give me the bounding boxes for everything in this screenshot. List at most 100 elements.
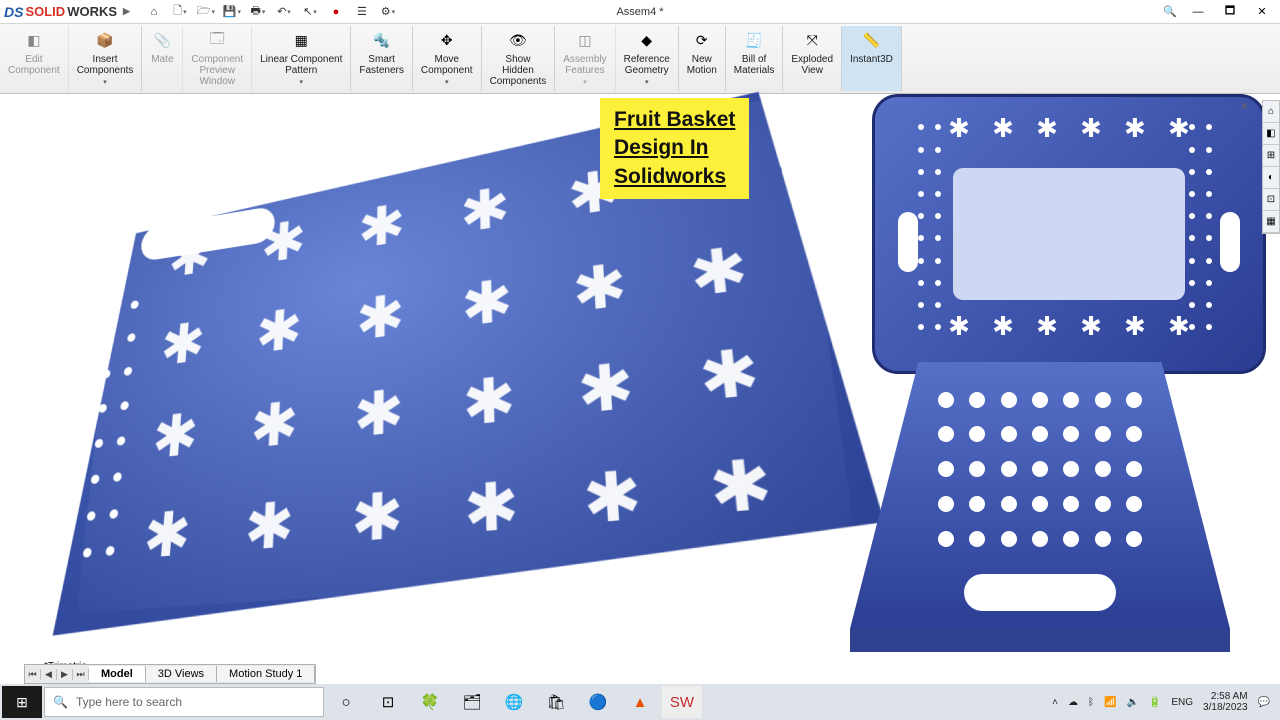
mate-button[interactable]: 📎Mate (142, 26, 183, 91)
edit-component-button[interactable]: ◧Edit Component (0, 26, 69, 91)
new-doc-icon[interactable]: 🗋 (170, 3, 190, 21)
tray-wifi-icon[interactable]: 📶 (1104, 697, 1116, 708)
smart-fasteners-icon: 🔩 (370, 28, 394, 52)
pane-close-icon[interactable]: ✕ (1240, 100, 1256, 116)
brand-works: WORKS (67, 4, 117, 19)
settings-gear-icon[interactable]: ⚙ (378, 3, 398, 21)
open-icon[interactable]: 🗁 (196, 3, 216, 21)
bom-icon: 🧾 (742, 28, 766, 52)
basket-top-view: ✱✱✱✱✱✱ ✱✱✱✱✱✱ (872, 94, 1266, 374)
preview-window-icon: 🗔 (205, 28, 229, 52)
options-list-icon[interactable]: ☰ (352, 3, 372, 21)
taskpane-home-icon[interactable]: ⌂ (1263, 101, 1279, 123)
tab-model[interactable]: Model (89, 666, 146, 682)
handle-slot-right (1220, 212, 1239, 272)
search-placeholder: Type here to search (76, 695, 182, 709)
vlc-icon[interactable]: ▲ (620, 686, 660, 718)
graphics-viewport[interactable]: Fruit Basket Design In Solidworks ✱✱✱✱✱✱… (0, 94, 1280, 676)
taskpane-appearance-icon[interactable]: ◐ (1263, 167, 1279, 189)
smart-fasteners-button[interactable]: 🔩Smart Fasteners (351, 26, 412, 91)
chevron-down-icon: ▾ (645, 78, 649, 86)
reference-geometry-button[interactable]: ◆Reference Geometry▾ (616, 26, 679, 91)
expand-icon[interactable]: ▶ (123, 6, 130, 17)
taskbar-search[interactable]: 🔍 Type here to search (44, 687, 324, 717)
instant3d-icon: 📏 (859, 28, 883, 52)
print-icon[interactable]: 🖶 (248, 3, 268, 21)
start-button[interactable]: ⊞ (2, 686, 42, 718)
system-tray: ˄ ☁ ᛒ 📶 🔈 🔋 ENG 2:58 AM 3/18/2023 💬 (1052, 691, 1278, 713)
bottom-tab-bar: ⏮ ◀ ▶ ⏭ Model 3D Views Motion Study 1 (24, 664, 316, 684)
right-dot-column (1189, 124, 1220, 343)
move-component-button[interactable]: ✥Move Component▾ (413, 26, 482, 91)
taskpane-forum-icon[interactable]: ▦ (1263, 211, 1279, 233)
bom-button[interactable]: 🧾Bill of Materials (726, 26, 784, 91)
rebuild-icon[interactable]: ● (326, 3, 346, 21)
window-controls: 🔍 — 🗖 ✕ (1160, 3, 1276, 21)
assembly-features-button[interactable]: ◫Assembly Features▾ (555, 26, 615, 91)
tab-next-icon[interactable]: ▶ (57, 669, 73, 680)
tray-chevron-up-icon[interactable]: ˄ (1052, 697, 1058, 708)
search-icon: 🔍 (53, 695, 68, 709)
edit-component-icon: ◧ (22, 28, 46, 52)
chevron-down-icon: ▾ (583, 78, 587, 86)
tray-battery-icon[interactable]: 🔋 (1149, 697, 1161, 708)
chevron-down-icon: ▾ (299, 78, 303, 86)
tab-first-icon[interactable]: ⏮ (25, 669, 41, 680)
tray-volume-icon[interactable]: 🔈 (1126, 697, 1138, 708)
taskpane-resources-icon[interactable]: ◧ (1263, 123, 1279, 145)
search-tool-icon[interactable]: 🔍 (1160, 3, 1180, 21)
tab-motion-study[interactable]: Motion Study 1 (217, 666, 315, 682)
move-component-icon: ✥ (435, 28, 459, 52)
store-icon[interactable]: 🛍 (536, 686, 576, 718)
tab-last-icon[interactable]: ⏭ (73, 669, 89, 680)
tray-clock[interactable]: 2:58 AM 3/18/2023 (1203, 691, 1248, 713)
chevron-down-icon: ▾ (445, 78, 449, 86)
preview-window-button[interactable]: 🗔Component Preview Window (183, 26, 252, 91)
tab-3d-views[interactable]: 3D Views (146, 666, 217, 682)
edge-icon[interactable]: 🌐 (494, 686, 534, 718)
save-icon[interactable]: 💾 (222, 3, 242, 21)
front-handle-slot (964, 574, 1116, 612)
assembly-features-icon: ◫ (573, 28, 597, 52)
left-dot-column (918, 124, 949, 343)
new-motion-button[interactable]: ⟳New Motion (679, 26, 726, 91)
insert-components-button[interactable]: 📦Insert Components▾ (69, 26, 143, 91)
tray-time: 2:58 AM (1203, 691, 1248, 702)
maximize-button[interactable]: 🗖 (1216, 3, 1244, 21)
title-annotation: Fruit Basket Design In Solidworks (600, 98, 749, 199)
notifications-icon[interactable]: 💬 (1258, 697, 1270, 708)
show-hidden-button[interactable]: 👁Show Hidden Components (482, 26, 556, 91)
command-ribbon: ◧Edit Component 📦Insert Components▾ 📎Mat… (0, 24, 1280, 94)
close-button[interactable]: ✕ (1248, 3, 1276, 21)
exploded-view-button[interactable]: ⤧Exploded View (783, 26, 842, 91)
taskpane-library-icon[interactable]: ⊞ (1263, 145, 1279, 167)
title-bar: DS SOLIDWORKS ▶ ⌂ 🗋 🗁 💾 🖶 ↶ ↖ ● ☰ ⚙ Asse… (0, 0, 1280, 24)
tray-cloud-icon[interactable]: ☁ (1068, 697, 1078, 708)
explorer-icon[interactable]: 🗂 (452, 686, 492, 718)
cortana-icon[interactable]: ○ (326, 686, 366, 718)
minimize-button[interactable]: — (1184, 3, 1212, 21)
task-view-icon[interactable]: ⊡ (368, 686, 408, 718)
document-title: Assem4 * (616, 6, 663, 18)
select-cursor-icon[interactable]: ↖ (300, 3, 320, 21)
reference-geometry-icon: ◆ (635, 28, 659, 52)
tab-scroll-arrows: ⏮ ◀ ▶ ⏭ (25, 669, 89, 680)
tray-bluetooth-icon[interactable]: ᛒ (1088, 697, 1094, 708)
ds-logo-icon: DS (4, 4, 23, 20)
solidworks-task-icon[interactable]: SW (662, 686, 702, 718)
linear-pattern-button[interactable]: ▦Linear Component Pattern▾ (252, 26, 351, 91)
chrome-icon[interactable]: 🔵 (578, 686, 618, 718)
brand-solid: SOLID (25, 4, 65, 19)
taskpane-properties-icon[interactable]: ⊡ (1263, 189, 1279, 211)
front-hole-grid (934, 385, 1147, 553)
bottom-flower-row: ✱✱✱✱✱✱ (937, 311, 1201, 355)
tray-date: 3/18/2023 (1203, 702, 1248, 713)
task-pane: ⌂ ◧ ⊞ ◐ ⊡ ▦ (1262, 100, 1280, 234)
home-icon[interactable]: ⌂ (144, 3, 164, 21)
tab-prev-icon[interactable]: ◀ (41, 669, 57, 680)
chevron-down-icon: ▾ (103, 78, 107, 86)
clover-icon[interactable]: 🍀 (410, 686, 450, 718)
undo-icon[interactable]: ↶ (274, 3, 294, 21)
tray-language[interactable]: ENG (1171, 697, 1193, 708)
instant3d-button[interactable]: 📏Instant3D (842, 26, 902, 91)
